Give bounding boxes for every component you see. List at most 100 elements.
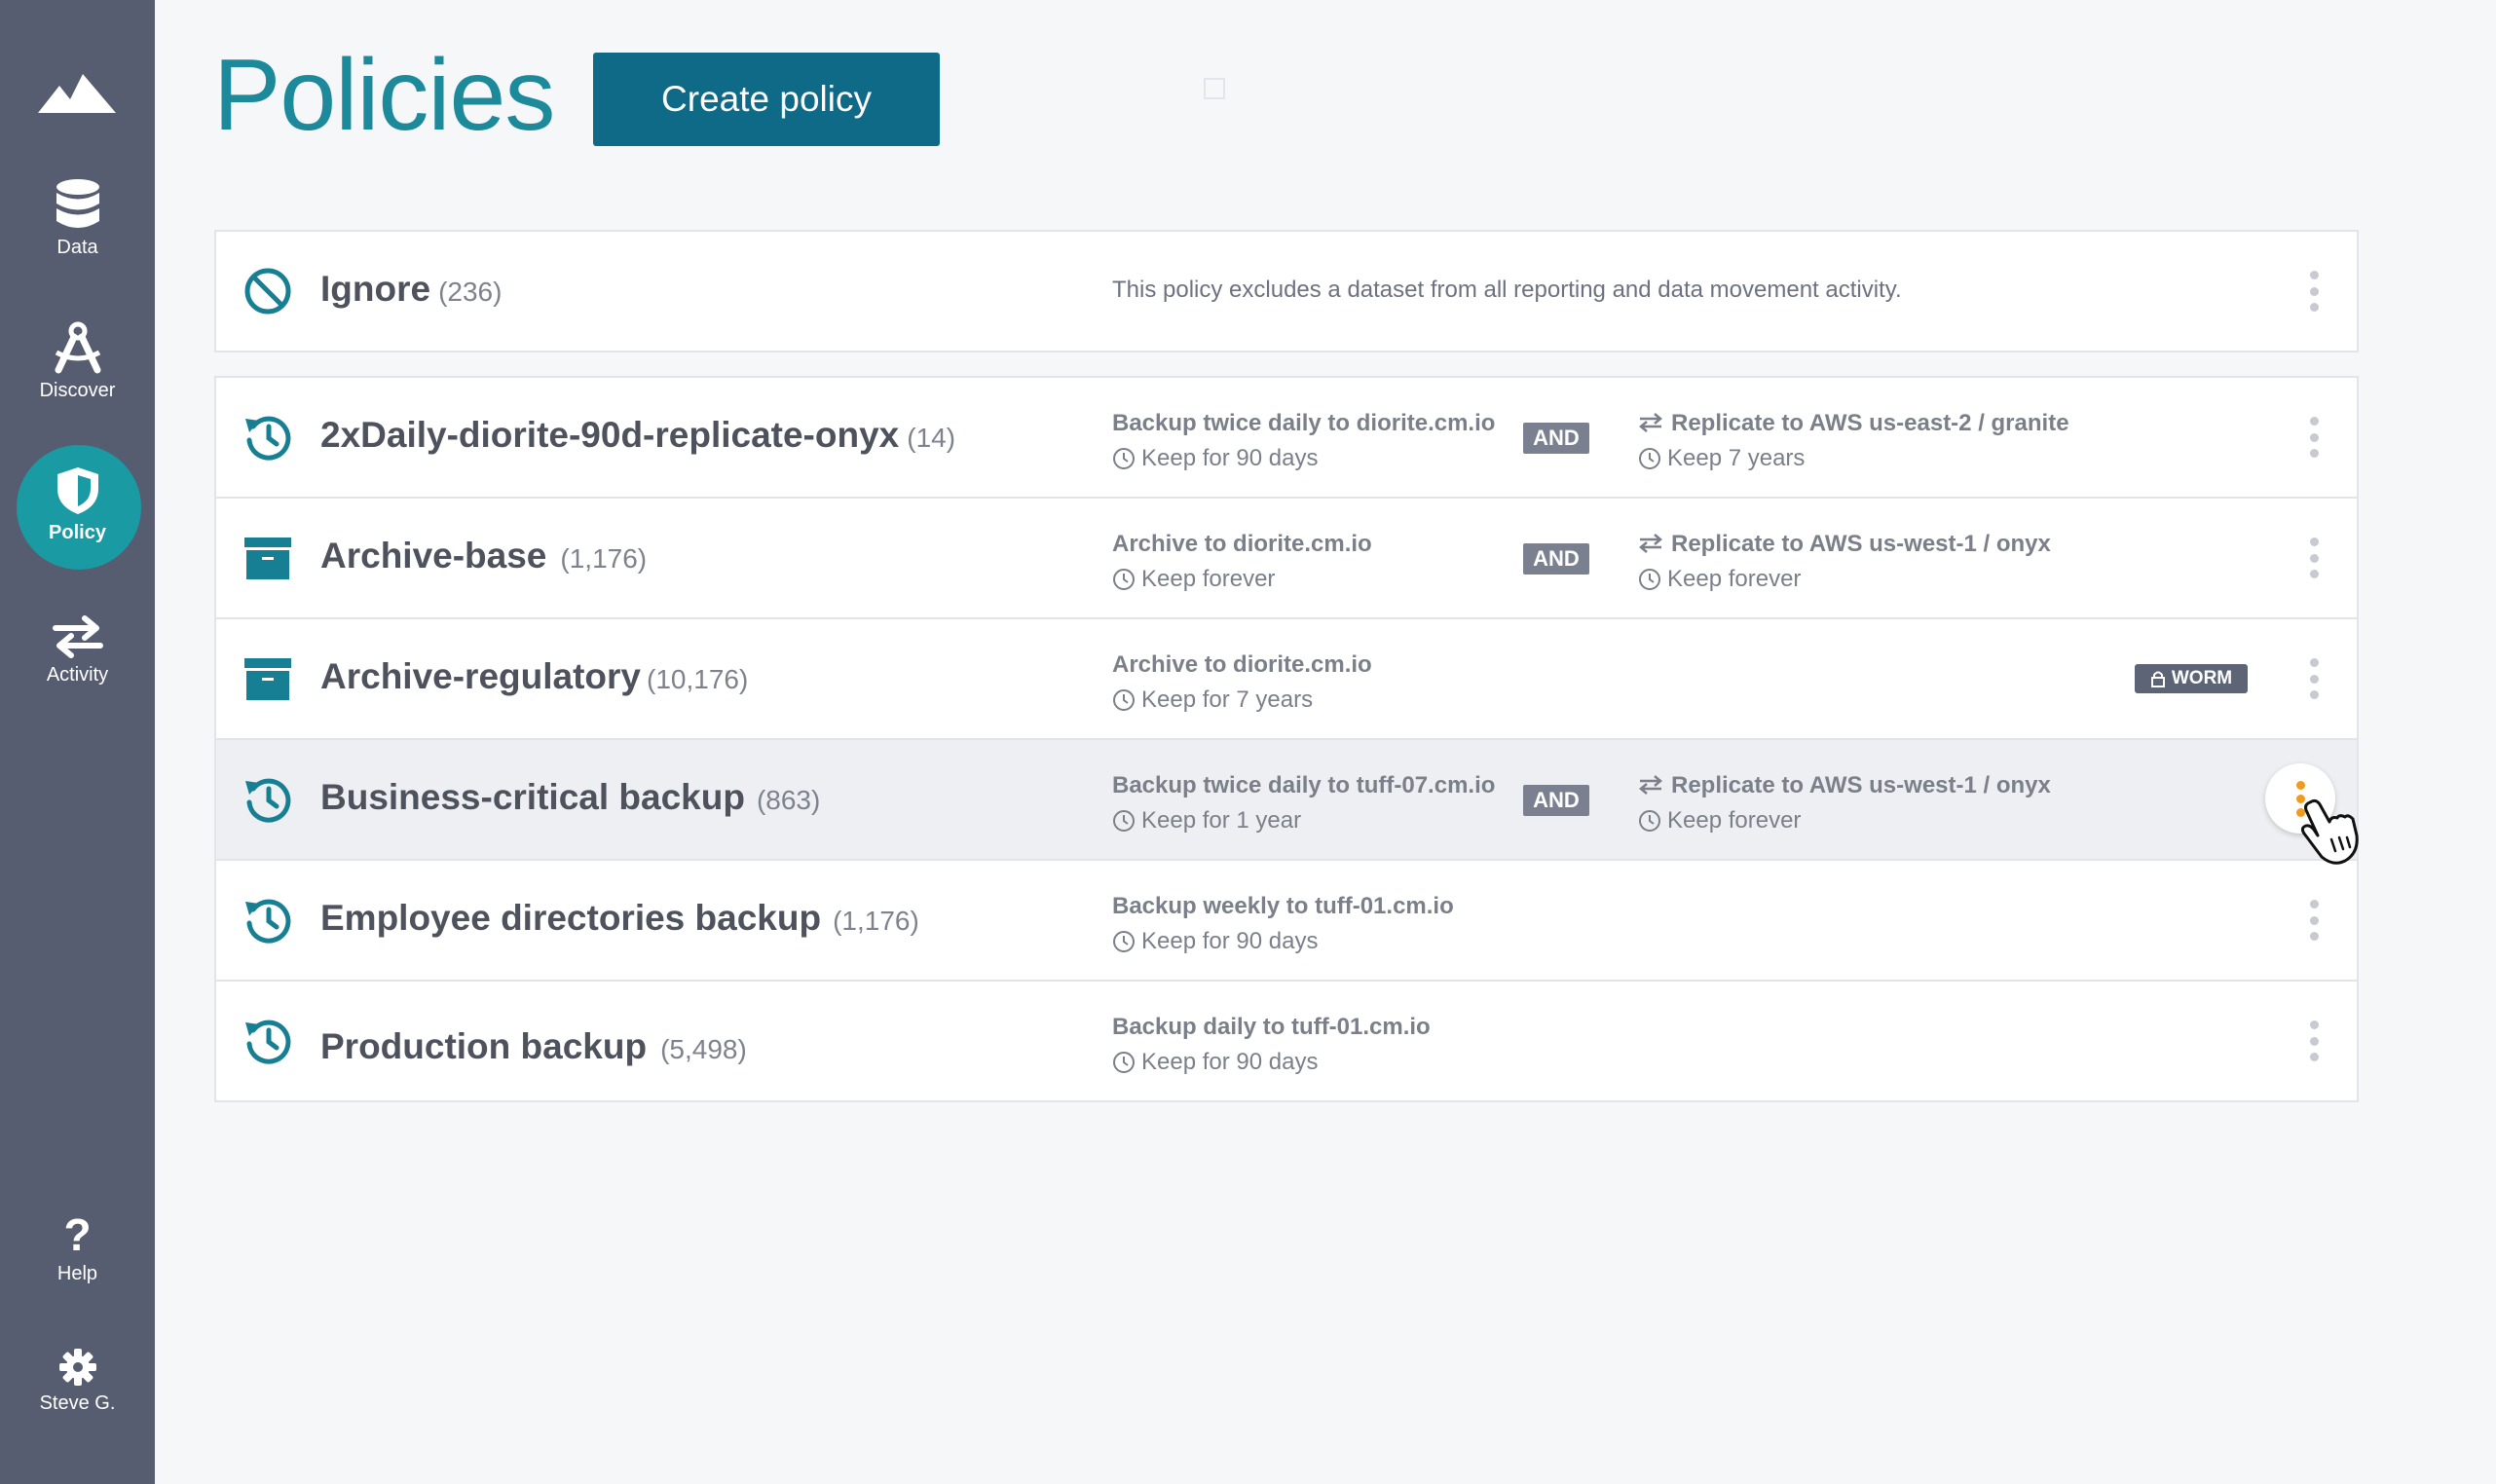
more-options-button[interactable]: [2294, 538, 2333, 578]
retention-text: Keep for 90 days: [1141, 928, 1319, 954]
arrows-exchange-icon: [52, 615, 103, 658]
clock-icon: [1113, 689, 1135, 711]
shield-icon: [56, 467, 98, 514]
gear-icon: [58, 1349, 96, 1386]
retention-text: Keep forever: [1141, 566, 1276, 592]
policy-name-text: 2xDaily-diorite-90d-replicate-onyx: [320, 415, 900, 455]
policy-name-text: Archive-regulatory: [320, 656, 641, 696]
sidebar-item-user-settings[interactable]: Steve G.: [0, 1348, 155, 1415]
worm-badge: WORM: [2135, 664, 2248, 693]
and-badge: AND: [1523, 543, 1589, 575]
retention-text: Keep for 1 year: [1141, 807, 1302, 834]
clock-icon: [1639, 810, 1660, 832]
clock-icon: [1639, 448, 1660, 469]
database-icon: [56, 179, 99, 228]
policy-count: (1,176): [560, 543, 648, 574]
policy-name: Archive-regulatory (10,176): [320, 656, 748, 697]
create-policy-button[interactable]: Create policy: [593, 53, 940, 146]
more-options-button[interactable]: [2294, 271, 2333, 312]
sidebar-item-label: Activity: [46, 664, 109, 686]
archive-box-icon: [244, 538, 291, 579]
policy-count: (1,176): [833, 906, 919, 936]
rule-retention: Keep forever: [1638, 807, 2051, 835]
rule-retention: Keep for 90 days: [1112, 928, 1454, 955]
lock-icon: [2150, 671, 2165, 687]
clock-icon: [1113, 931, 1135, 952]
policy-row[interactable]: Business-critical backup (863) Backup twi…: [216, 740, 2357, 861]
ban-icon: [244, 268, 291, 315]
policy-row[interactable]: Employee directories backup (1,176) Backu…: [216, 861, 2357, 982]
policy-count: (236): [438, 277, 503, 307]
clock-icon: [1113, 448, 1135, 469]
history-icon: [245, 899, 291, 944]
replicate-icon: [1639, 534, 1662, 553]
rule-replicate: Replicate to AWS us-west-1 / onyx Keep f…: [1638, 531, 2051, 593]
clock-icon: [1113, 1052, 1135, 1073]
policy-count: (14): [907, 423, 956, 453]
worm-badge-label: WORM: [2171, 668, 2233, 688]
sidebar-item-help[interactable]: ? Help: [0, 1212, 155, 1285]
sidebar-item-label: Steve G.: [39, 1392, 116, 1414]
policy-row-ignore[interactable]: Ignore (236) This policy excludes a datas…: [216, 232, 2357, 351]
sidebar-item-label: Help: [56, 1263, 98, 1284]
policy-row[interactable]: Production backup (5,498) Backup daily to…: [216, 982, 2357, 1100]
sidebar-item-discover[interactable]: Discover: [0, 321, 155, 402]
rule-action-text: Replicate to AWS us-west-1 / onyx: [1671, 531, 2051, 557]
retention-text: Keep for 90 days: [1141, 445, 1319, 471]
more-options-button[interactable]: [2294, 900, 2333, 941]
more-options-button[interactable]: [2294, 417, 2333, 458]
mountain-logo[interactable]: [38, 60, 116, 115]
sidebar-item-activity[interactable]: Activity: [0, 615, 155, 686]
policy-name-text: Employee directories backup: [320, 898, 822, 938]
policy-row[interactable]: Archive-base (1,176) Archive to diorite.c…: [216, 499, 2357, 619]
policy-count: (863): [756, 785, 821, 815]
rule-action: Backup weekly to tuff-01.cm.io: [1112, 893, 1454, 919]
and-badge: AND: [1523, 785, 1589, 816]
more-options-button[interactable]: [2294, 1020, 2333, 1061]
compass-icon: [55, 321, 100, 374]
rule-action: Archive to diorite.cm.io: [1112, 651, 1372, 678]
sidebar-item-data[interactable]: Data: [0, 178, 155, 259]
rule-retention: Keep for 7 years: [1112, 686, 1372, 714]
history-icon: [245, 416, 291, 461]
retention-text: Keep for 90 days: [1141, 1049, 1319, 1075]
policy-name: 2xDaily-diorite-90d-replicate-onyx (14): [320, 415, 955, 456]
replicate-icon: [1639, 775, 1662, 795]
policy-row[interactable]: Archive-regulatory (10,176) Archive to di…: [216, 619, 2357, 740]
rule-action-text: Replicate to AWS us-east-2 / granite: [1671, 410, 2069, 436]
rule-action: Replicate to AWS us-west-1 / onyx: [1638, 772, 2051, 807]
policy-count: (5,498): [660, 1034, 747, 1064]
rule-action: Backup twice daily to tuff-07.cm.io: [1112, 772, 1496, 798]
history-icon: [245, 778, 291, 823]
placeholder-box: [1204, 78, 1225, 99]
rule-retention: Keep for 90 days: [1112, 1049, 1431, 1076]
rule-retention: Keep forever: [1112, 566, 1372, 593]
page-title: Policies: [213, 39, 555, 152]
policy-list: 2xDaily-diorite-90d-replicate-onyx (14) B…: [214, 376, 2359, 1102]
rule-primary: Backup weekly to tuff-01.cm.io Keep for …: [1112, 893, 1454, 955]
rule-primary: Archive to diorite.cm.io Keep forever: [1112, 531, 1372, 593]
policy-name: Ignore (236): [320, 269, 502, 310]
policy-name: Employee directories backup (1,176): [320, 898, 919, 939]
policy-name: Archive-base (1,176): [320, 536, 647, 576]
rule-action: Archive to diorite.cm.io: [1112, 531, 1372, 557]
rule-action-text: Replicate to AWS us-west-1 / onyx: [1671, 772, 2051, 798]
policy-description: This policy excludes a dataset from all …: [1112, 277, 1902, 303]
question-icon: ?: [63, 1209, 92, 1260]
sidebar-item-label: Policy: [49, 522, 106, 543]
sidebar: Data Discover Policy Activity ? Help Ste…: [0, 0, 155, 1484]
policy-row[interactable]: 2xDaily-diorite-90d-replicate-onyx (14) B…: [216, 378, 2357, 499]
clock-icon: [1113, 810, 1135, 832]
archive-box-icon: [244, 658, 291, 700]
rule-replicate: Replicate to AWS us-west-1 / onyx Keep f…: [1638, 772, 2051, 835]
policy-name-text: Business-critical backup: [320, 777, 745, 817]
more-options-button[interactable]: [2294, 658, 2333, 699]
retention-text: Keep for 7 years: [1141, 686, 1314, 713]
sidebar-item-policy[interactable]: Policy: [0, 465, 155, 544]
ignore-policy-card: Ignore (236) This policy excludes a datas…: [214, 230, 2359, 352]
rule-retention: Keep for 1 year: [1112, 807, 1495, 835]
rule-primary: Archive to diorite.cm.io Keep for 7 year…: [1112, 651, 1372, 714]
retention-text: Keep forever: [1667, 566, 1802, 592]
replicate-icon: [1639, 413, 1662, 432]
clock-icon: [1639, 569, 1660, 590]
